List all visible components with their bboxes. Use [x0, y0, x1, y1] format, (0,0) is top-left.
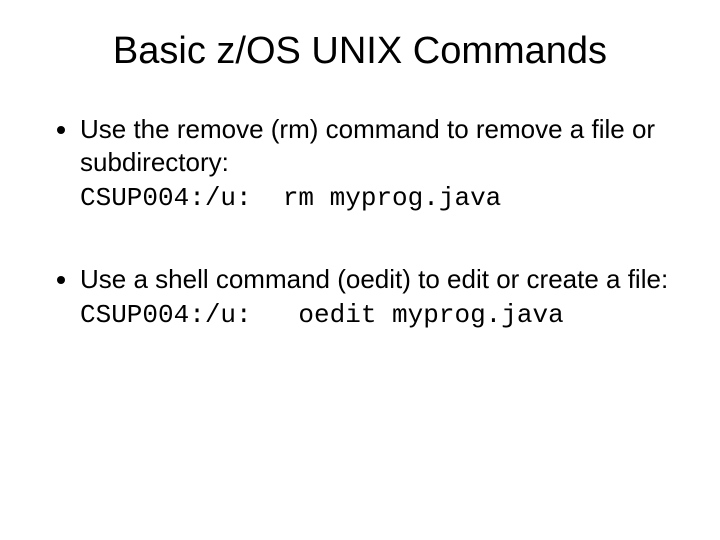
slide-title: Basic z/OS UNIX Commands: [40, 30, 680, 73]
command-line: CSUP004:/u: oedit myprog.java: [80, 299, 680, 332]
bullet-text: Use the remove (rm) command to remove a …: [80, 113, 680, 178]
command-line: CSUP004:/u: rm myprog.java: [80, 182, 680, 215]
list-item: Use the remove (rm) command to remove a …: [80, 113, 680, 215]
list-item: Use a shell command (oedit) to edit or c…: [80, 263, 680, 332]
slide: Basic z/OS UNIX Commands Use the remove …: [0, 0, 720, 540]
bullet-list: Use the remove (rm) command to remove a …: [40, 113, 680, 332]
bullet-text: Use a shell command (oedit) to edit or c…: [80, 263, 680, 296]
